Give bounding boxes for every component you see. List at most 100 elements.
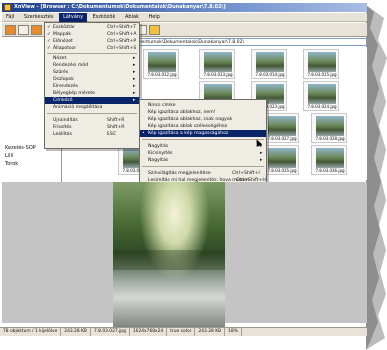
menu-item-label: Újraindítás (53, 118, 78, 123)
thumbnail-label: 7.8.03.027.jpg (267, 136, 297, 141)
xnview-window: XnView - [Browser : C:\Dokumentumok\Doku… (0, 0, 387, 350)
submenu-item-label: Nagyítás (148, 158, 169, 163)
menu-item-restart[interactable]: Újraindítás Shift+R (45, 117, 139, 124)
menu-item-columns[interactable]: Oszlopok ▸ (45, 76, 139, 83)
status-size: 243.28 KB (61, 328, 91, 336)
menu-item-label: Nézet (53, 56, 67, 61)
menu-item-label: Állapotsor (53, 46, 77, 51)
back-icon[interactable] (18, 25, 29, 35)
thumbnail[interactable]: 7.8.03.036.jpg (311, 145, 347, 175)
menu-item-view[interactable]: Nézet ▸ (45, 55, 139, 62)
menu-item-filter[interactable]: Szűrés ▸ (45, 69, 139, 76)
menu-item-label: Leállítás (53, 132, 72, 137)
menu-item-statusbar[interactable]: ✓ Állapotsor Ctrl+Shift+S (45, 45, 139, 52)
submenu-item[interactable]: Kicsinyítés ▸ (140, 150, 266, 157)
submenu-item[interactable]: Nagyítás ▸ (140, 143, 266, 150)
thumbnail[interactable]: 7.8.03.027.jpg (263, 113, 299, 143)
thumbnail[interactable]: 7.8.03.035.jpg (263, 145, 299, 175)
menu-item-shortcut: Ctrl+Shift+P (107, 39, 137, 44)
view-dropdown-menu: ✓ Eszköztár Ctrl+Shift+T ✓ Mappák Ctrl+Shift… (44, 22, 140, 149)
folder-icon[interactable] (5, 25, 16, 35)
thumbnail-image (268, 148, 296, 168)
menu-item-layout[interactable]: Elrendezés ▸ (45, 83, 139, 90)
menu-item-shortcut: Shift+R (107, 118, 125, 123)
submenu-item[interactable]: Nagyítás ▸ (140, 157, 266, 164)
app-icon (4, 4, 11, 11)
tree-item[interactable]: Torok (5, 161, 18, 167)
status-color: true color (167, 328, 196, 336)
menu-item-sort[interactable]: Rendezési mód ▸ (45, 62, 139, 69)
submenu-arrow-icon: ▸ (133, 98, 136, 103)
submenu-item[interactable]: Kép igazítása ablakhoz, csak nagyok (140, 116, 266, 123)
menu-item-shortcut: Ctrl+Shift+S (107, 46, 137, 51)
menu-item-stop[interactable]: Leállítás ESC (45, 131, 139, 138)
thumbnail[interactable]: 7.8.03.024.jpg (303, 81, 339, 111)
submenu-item-label: Kicsinyítés (148, 151, 173, 156)
status-filesize: 243.28 KB (195, 328, 226, 336)
menu-item-label: Mappák (53, 32, 72, 37)
menu-item-label: Frissítés (53, 125, 72, 130)
tree-item[interactable]: Lillí (5, 153, 13, 159)
menu-item-label: Animáció megállítása (53, 105, 103, 110)
menu-item-toolbar[interactable]: ✓ Eszköztár Ctrl+Shift+T (45, 24, 139, 31)
address-input[interactable]: C:\Dokumentumok\Dokumentalok\Dunakanyar\… (115, 38, 367, 46)
submenu-item-label: Kép igazítása ablak szélességéhez (148, 124, 228, 129)
thumbnail[interactable]: 7.8.03.015.jpg (303, 49, 339, 79)
submenu-item-label: Kép igazítása a kép magasságához (148, 131, 229, 136)
menu-separator (47, 53, 137, 54)
menu-item-stop-animation[interactable]: Animáció megállítása (45, 104, 139, 111)
print-icon[interactable] (31, 25, 42, 35)
menu-item-folders[interactable]: ✓ Mappák Ctrl+Shift+A (45, 31, 139, 38)
submenu-arrow-icon: ▸ (133, 84, 136, 89)
status-dimensions: 1024x768x24 (130, 328, 168, 336)
title-bar: XnView - [Browser : C:\Dokumentumok\Doku… (2, 3, 367, 12)
bullet-icon: • (142, 131, 145, 136)
menu-edit[interactable]: Szerkesztés (20, 13, 58, 22)
menu-item-shortcut: Ctrl+Shift+T (107, 25, 137, 30)
submenu-item[interactable]: Színvilágítás megjelenítése Ctrl+Shift+I (140, 170, 266, 177)
menu-item-preview[interactable]: ✓ Előnézet Ctrl+Shift+P (45, 38, 139, 45)
tree-item[interactable]: Kezelés-SOP (5, 145, 36, 151)
submenu-item-label: Kép igazítása ablakhoz, csak nagyok (148, 117, 233, 122)
help-icon[interactable] (149, 25, 160, 35)
menu-separator (47, 113, 137, 114)
menu-item-label: Címkéző (53, 98, 73, 103)
submenu-item-selected[interactable]: • Kép igazítása a kép magasságához (140, 130, 266, 137)
submenu-arrow-icon: ▸ (260, 151, 263, 156)
menu-window[interactable]: Ablak (121, 13, 143, 22)
check-icon: ✓ (47, 39, 51, 44)
menu-item-thumbnail-size[interactable]: Bélyegkép mérete ▸ (45, 90, 139, 97)
thumbnail[interactable]: 7.8.03.012.jpg (143, 49, 179, 79)
thumbnail-label: 7.8.03.028.jpg (315, 136, 345, 141)
menu-file[interactable]: Fájl (2, 13, 18, 22)
submenu-item-label: Kép igazítása ablakhoz, nem! (148, 110, 216, 115)
thumbnail-image (204, 52, 232, 72)
submenu-item-label: Nincs címke (148, 103, 176, 108)
menu-help[interactable]: Help (145, 13, 164, 22)
preview-image-shade (113, 250, 225, 270)
status-filename: 7.8.03.027.jpg (91, 328, 130, 336)
menu-tools[interactable]: Eszközök (89, 13, 120, 22)
menu-view[interactable]: Látvány (59, 13, 88, 22)
menu-item-shortcut: ESC (107, 132, 117, 137)
submenu-item[interactable]: Kép igazítása ablakhoz, nem! (140, 109, 266, 116)
submenu-item[interactable]: Nincs címke (140, 102, 266, 109)
thumbnail-label: 7.8.03.013.jpg (203, 72, 233, 77)
thumbnail-image (308, 52, 336, 72)
submenu-item[interactable]: Kép igazítása ablak szélességéhez (140, 123, 266, 130)
thumbnail-image (268, 116, 296, 136)
thumbnail[interactable]: 7.8.03.014.jpg (251, 49, 287, 79)
menu-item-labeler[interactable]: Címkéző ▸ (45, 97, 139, 104)
window-title: XnView - [Browser : C:\Dokumentumok\Doku… (14, 4, 226, 10)
submenu-item-label: Nagyítás (148, 144, 169, 149)
thumbnail-image (148, 52, 176, 72)
thumbnail[interactable]: 7.8.03.013.jpg (199, 49, 235, 79)
menu-item-label: Bélyegkép mérete (53, 91, 95, 96)
menu-separator (142, 166, 264, 167)
thumbnail[interactable]: 7.8.03.028.jpg (311, 113, 347, 143)
check-icon: ✓ (47, 32, 51, 37)
status-objects: 78 objektum / 1 kijelölve (0, 328, 62, 336)
thumbnail-label: 7.8.03.015.jpg (307, 72, 337, 77)
menu-item-refresh[interactable]: Frissítés Shift+R (45, 124, 139, 131)
submenu-arrow-icon: ▸ (133, 63, 136, 68)
